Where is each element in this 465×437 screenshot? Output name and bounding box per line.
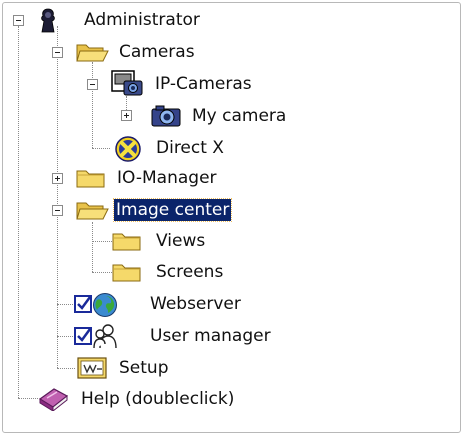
- tree-item-io-manager[interactable]: IO-Manager: [115, 167, 219, 189]
- tree-item-user-manager[interactable]: User manager: [148, 325, 273, 347]
- open-folder-icon: [76, 41, 110, 63]
- open-folder-icon: [76, 199, 110, 221]
- collapse-ip-cameras-button[interactable]: [87, 79, 98, 90]
- tree-item-help[interactable]: Help (doubleclick): [79, 388, 236, 410]
- tree-item-screens[interactable]: Screens: [154, 261, 225, 283]
- tree-line: [92, 222, 93, 272]
- help-book-icon: [37, 385, 69, 411]
- tree-line: [92, 62, 93, 148]
- ip-cameras-icon: [110, 69, 144, 99]
- tree-item-image-center[interactable]: Image center: [112, 198, 233, 222]
- tree-line: [57, 336, 75, 337]
- checkbox-checked-icon[interactable]: [74, 295, 92, 313]
- tree-item-cameras[interactable]: Cameras: [117, 41, 197, 63]
- tree-item-views[interactable]: Views: [154, 230, 207, 252]
- folder-icon: [76, 167, 106, 189]
- checkbox-checked-icon[interactable]: [74, 327, 92, 345]
- tree-line: [18, 398, 38, 399]
- tree-line: [92, 272, 112, 273]
- tree-line: [92, 148, 110, 149]
- tree-view[interactable]: Administrator Cameras IP-Cameras My came…: [0, 0, 465, 437]
- tree-item-direct-x[interactable]: Direct X: [154, 137, 226, 159]
- collapse-cameras-button[interactable]: [52, 47, 63, 58]
- setup-icon: [77, 357, 107, 379]
- tree-line: [57, 304, 75, 305]
- tree-item-administrator[interactable]: Administrator: [82, 9, 202, 31]
- expand-io-manager-button[interactable]: [52, 173, 63, 184]
- tree-item-setup[interactable]: Setup: [117, 357, 170, 379]
- directx-icon: [115, 136, 141, 162]
- tree-line: [18, 26, 19, 398]
- folder-icon: [112, 261, 142, 283]
- tree-item-ip-cameras[interactable]: IP-Cameras: [153, 73, 254, 95]
- collapse-image-center-button[interactable]: [52, 205, 63, 216]
- tree-line: [57, 368, 75, 369]
- admin-user-icon: [37, 8, 59, 34]
- tree-item-my-camera[interactable]: My camera: [190, 105, 288, 127]
- user-manager-icon: [92, 322, 120, 350]
- expand-my-camera-button[interactable]: [121, 110, 132, 121]
- folder-icon: [112, 230, 142, 252]
- tree-item-webserver[interactable]: Webserver: [148, 293, 243, 315]
- globe-icon: [92, 292, 118, 318]
- tree-line: [57, 26, 58, 368]
- camera-icon: [150, 104, 182, 128]
- collapse-administrator-button[interactable]: [13, 15, 24, 26]
- tree-line: [92, 241, 112, 242]
